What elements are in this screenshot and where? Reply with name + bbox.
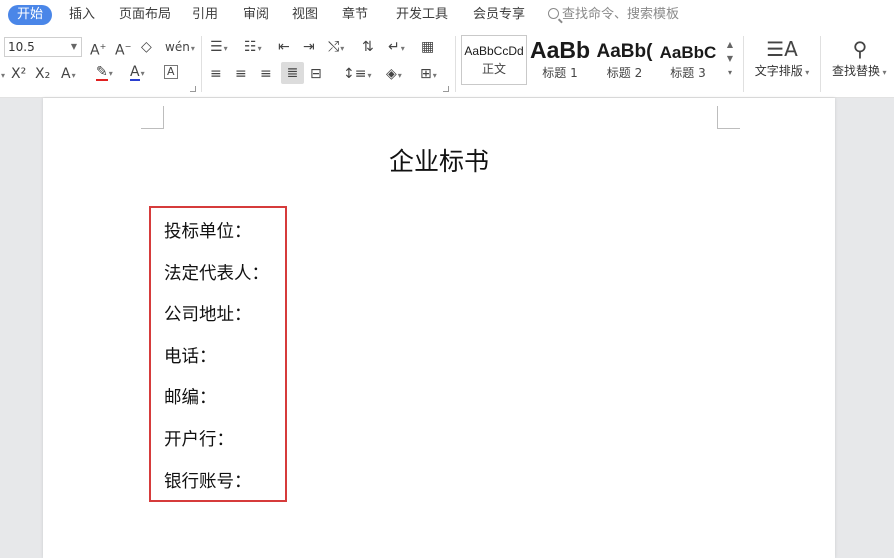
tab-review[interactable]: 审阅 [243, 0, 269, 30]
document-page[interactable]: 企业标书 投标单位： 法定代表人： 公司地址： 电话： 邮编： 开户行： 银行账… [43, 98, 835, 558]
shrink-font-icon[interactable]: A− [115, 39, 131, 59]
style-heading-2[interactable]: AaBb( 标题 2 [593, 35, 656, 85]
crop-mark-top-left [141, 106, 164, 129]
chevron-down-icon[interactable]: ▼ [724, 52, 736, 66]
distribute-icon[interactable]: ⊟ [310, 66, 322, 82]
search-placeholder: 查找命令、搜索模板 [562, 7, 680, 22]
tab-member[interactable]: 会员专享 [473, 0, 525, 30]
style-normal-sample: AaBbCcDd [464, 44, 524, 58]
tab-chapter[interactable]: 章节 [342, 0, 368, 30]
justify-icon[interactable]: ≣ [281, 62, 304, 84]
crop-mark-top-right [717, 106, 740, 129]
align-left-icon[interactable]: ≡ [210, 66, 222, 82]
font-size-select[interactable]: 10.5 ▼ [4, 37, 82, 57]
text-effect-icon[interactable]: A▾ [61, 66, 76, 84]
menu-bar: 开始 插入 页面布局 引用 审阅 视图 章节 开发工具 会员专享 查找命令、搜索… [0, 0, 894, 30]
style-normal[interactable]: AaBbCcDd 正文 [461, 35, 527, 85]
paragraph-dialog-launcher-icon[interactable] [443, 86, 449, 92]
style-heading-2-label: 标题 2 [606, 66, 643, 80]
sort-icon[interactable]: ⇅ [362, 39, 374, 55]
fields-highlight-box: 投标单位： 法定代表人： 公司地址： 电话： 邮编： 开户行： 银行账号： [149, 206, 287, 502]
text-layout-icon: ☰A [766, 37, 798, 61]
find-replace-label: 查找替换 [832, 64, 881, 78]
align-center-icon[interactable]: ≡ [235, 66, 247, 82]
font-dialog-launcher-icon[interactable] [190, 86, 196, 92]
numbered-list-icon[interactable]: ☷▾ [244, 39, 262, 57]
tab-home[interactable]: 开始 [8, 5, 53, 25]
styles-gallery: AaBbCcDd 正文 AaBb 标题 1 AaBb( 标题 2 AaBbC 标… [461, 35, 727, 85]
field-phone: 电话： [164, 347, 217, 367]
subscript-icon[interactable]: X₂ [35, 66, 50, 82]
chevron-down-icon: ▼ [70, 42, 77, 51]
field-bank-account: 银行账号： [164, 472, 252, 492]
style-heading-1-label: 标题 1 [542, 66, 578, 80]
style-heading-1[interactable]: AaBb 标题 1 [528, 35, 592, 85]
find-replace-button[interactable]: ⚲ 查找替换 ▾ [832, 36, 894, 79]
grow-font-icon[interactable]: A+ [90, 39, 106, 59]
chinese-layout-icon[interactable]: ⤭▾ [328, 39, 344, 57]
search-icon [548, 8, 559, 19]
tab-references[interactable]: 引用 [192, 0, 218, 30]
show-marks-icon[interactable]: ↵▾ [388, 39, 405, 57]
phonetic-guide-icon[interactable]: wén▾ [165, 39, 195, 57]
style-heading-3-sample: AaBbC [659, 43, 717, 62]
clear-format-icon[interactable]: ◇ [141, 39, 152, 55]
text-layout-label: 文字排版 [754, 64, 803, 78]
more-icon[interactable]: ▾ [0, 66, 5, 84]
tab-developer[interactable]: 开发工具 [396, 0, 448, 30]
style-heading-2-sample: AaBb( [596, 41, 653, 62]
document-title: 企业标书 [388, 147, 489, 176]
tab-insert[interactable]: 插入 [69, 0, 95, 30]
font-color-icon[interactable]: A▾ [130, 64, 145, 82]
increase-indent-icon[interactable]: ⇥ [303, 39, 315, 55]
divider [201, 36, 202, 92]
shading-icon[interactable]: ◈▾ [386, 66, 402, 84]
style-heading-1-sample: AaBb [529, 37, 591, 63]
styles-scroll[interactable]: ▲ ▼ ▾ [724, 38, 736, 80]
text-layout-button[interactable]: ☰A 文字排版 ▾ [752, 36, 812, 79]
tab-view[interactable]: 视图 [292, 0, 318, 30]
highlight-color-icon[interactable]: ✎▾ [96, 64, 113, 82]
bullet-list-icon[interactable]: ☰▾ [210, 39, 228, 57]
char-border-icon[interactable]: A [164, 65, 178, 79]
tab-page-layout[interactable]: 页面布局 [119, 0, 171, 30]
style-heading-3-label: 标题 3 [670, 66, 706, 80]
borders-icon[interactable]: ⊞▾ [420, 66, 437, 84]
line-spacing-icon[interactable]: ↕≡▾ [343, 66, 371, 84]
chevron-up-icon[interactable]: ▲ [724, 38, 736, 52]
field-bank: 开户行： [164, 430, 234, 450]
field-company-address: 公司地址： [164, 305, 252, 325]
style-heading-3[interactable]: AaBbC 标题 3 [657, 35, 719, 85]
superscript-icon[interactable]: X² [11, 66, 26, 82]
divider [820, 36, 821, 92]
align-right-icon[interactable]: ≡ [260, 66, 272, 82]
divider [743, 36, 744, 92]
magnifier-icon: ⚲ [852, 37, 868, 61]
font-size-value: 10.5 [8, 40, 35, 54]
expand-gallery-icon[interactable]: ▾ [724, 66, 736, 80]
field-postcode: 邮编： [164, 388, 217, 408]
decrease-indent-icon[interactable]: ⇤ [278, 39, 290, 55]
style-normal-label: 正文 [481, 62, 506, 76]
command-search[interactable]: 查找命令、搜索模板 [548, 0, 679, 30]
table-draw-icon[interactable]: ▦ [421, 39, 434, 55]
field-bidder: 投标单位： [164, 222, 252, 242]
field-legal-representative: 法定代表人： [164, 264, 269, 284]
divider [455, 36, 456, 92]
